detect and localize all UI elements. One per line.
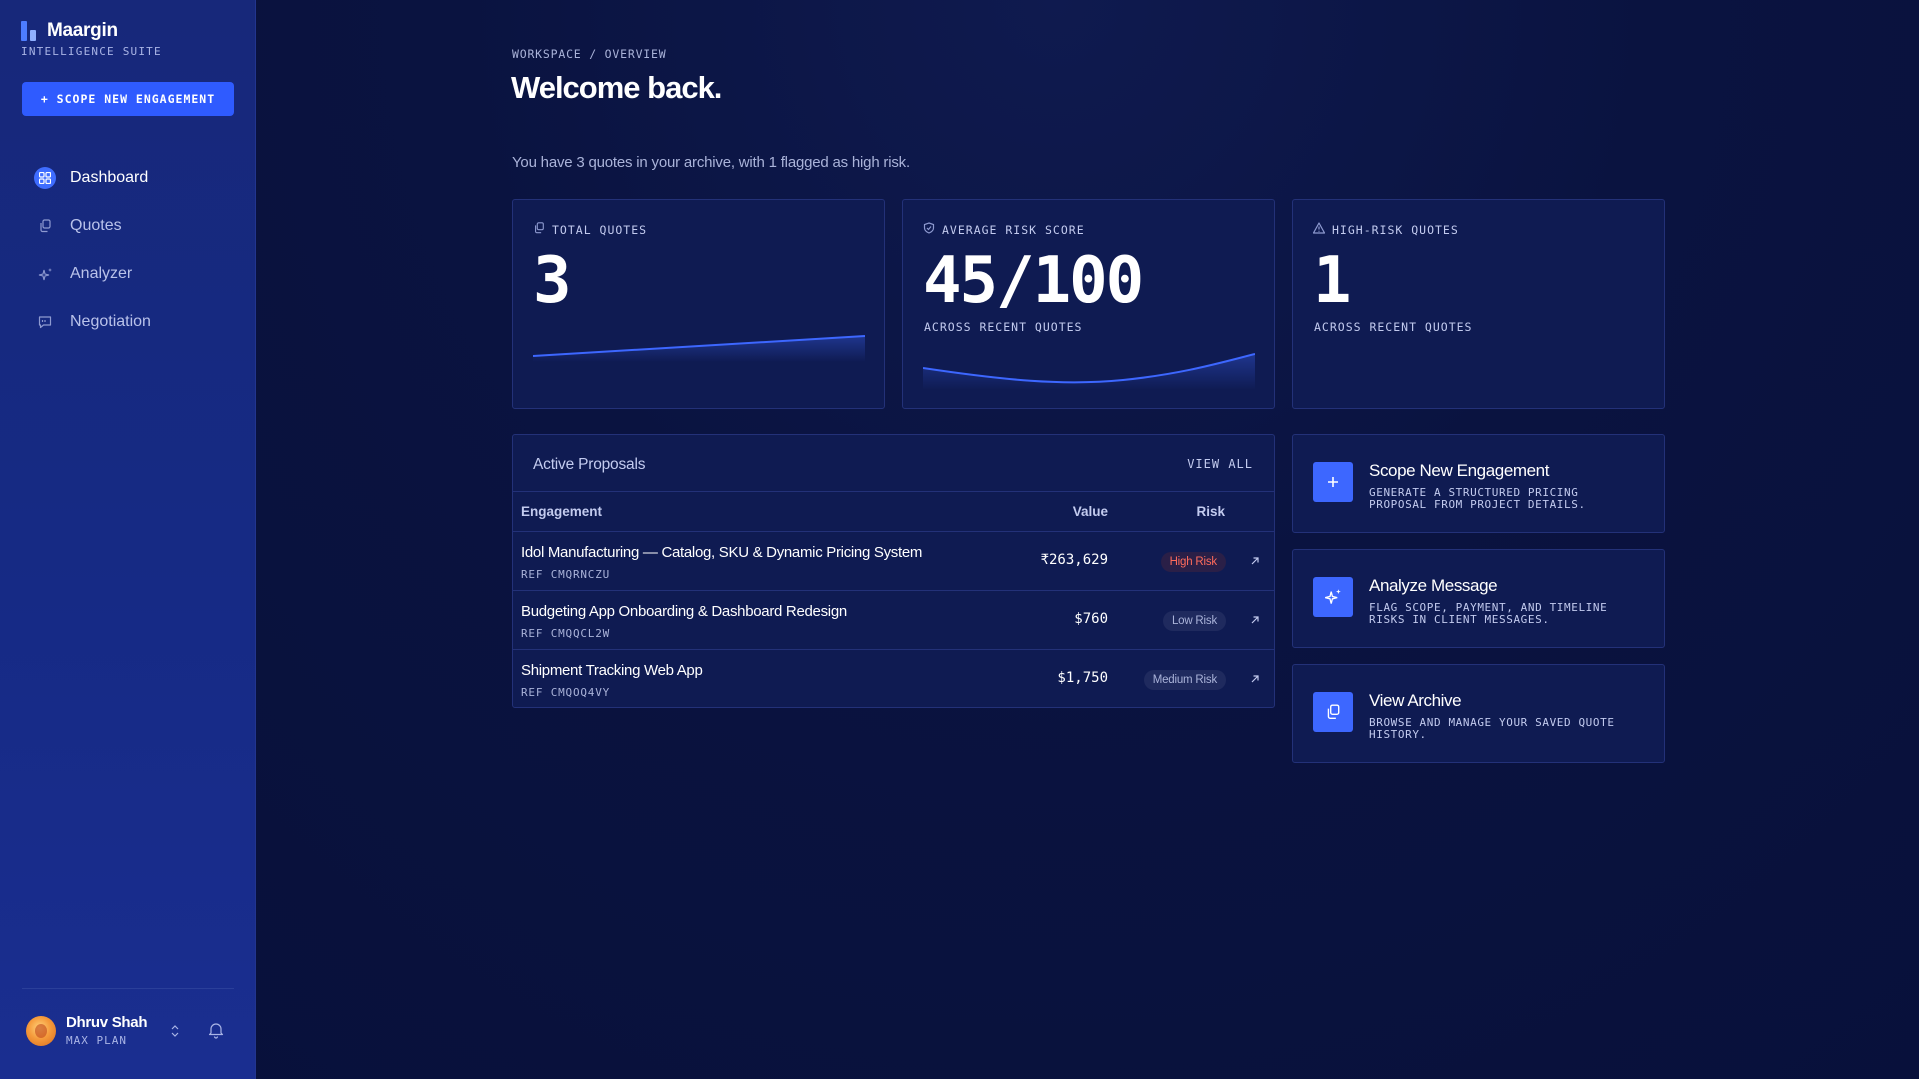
- arrow-up-right-icon[interactable]: [1250, 612, 1260, 630]
- brand-name: Maargin: [47, 20, 118, 41]
- action-title: Scope New Engagement: [1369, 461, 1550, 480]
- risk-badge: Medium Risk: [1143, 670, 1226, 690]
- stat-card-high-risk: HIGH-RISK QUOTES 1 ACROSS RECENT QUOTES: [1292, 199, 1665, 409]
- column-header-risk: Risk: [1196, 504, 1225, 519]
- table-row[interactable]: Shipment Tracking Web App REF CMQOQ4VY $…: [513, 649, 1274, 708]
- avatar: [26, 1015, 56, 1046]
- sparkline: [533, 335, 865, 362]
- panel-title: Active Proposals: [533, 456, 646, 473]
- chat-icon: [34, 311, 56, 333]
- sidebar-item-analyzer[interactable]: Analyzer: [22, 250, 234, 298]
- plus-icon: [1313, 462, 1353, 502]
- sidebar-item-label: Dashboard: [70, 169, 149, 186]
- scope-new-engagement-button[interactable]: + SCOPE NEW ENGAGEMENT: [22, 82, 234, 116]
- action-description: FLAG SCOPE, PAYMENT, AND TIMELINE RISKS …: [1369, 601, 1608, 626]
- bell-icon[interactable]: [207, 1021, 225, 1044]
- sparkle-icon: [1313, 577, 1353, 617]
- divider: [513, 491, 1274, 492]
- documents-icon: [1313, 692, 1353, 732]
- stat-label: TOTAL QUOTES: [552, 222, 648, 237]
- column-header-value: Value: [1072, 504, 1108, 519]
- engagement-ref: REF CMQRNCZU: [521, 568, 611, 581]
- action-title: View Archive: [1369, 691, 1462, 710]
- arrow-up-right-icon[interactable]: [1250, 671, 1260, 689]
- column-header-engagement: Engagement: [521, 504, 603, 519]
- engagement-title: Shipment Tracking Web App: [521, 662, 703, 679]
- risk-badge: High Risk: [1160, 552, 1226, 572]
- logo-icon: [21, 21, 39, 41]
- brand-tagline: INTELLIGENCE SUITE: [21, 45, 162, 58]
- engagement-ref: REF CMQOQ4VY: [521, 686, 611, 699]
- engagement-ref: REF CMQQCL2W: [521, 627, 611, 640]
- active-proposals-panel: Active Proposals VIEW ALL Engagement Val…: [512, 434, 1275, 708]
- stat-label: HIGH-RISK QUOTES: [1332, 222, 1459, 237]
- arrow-up-right-icon[interactable]: [1250, 553, 1260, 571]
- sidebar-item-dashboard[interactable]: Dashboard: [22, 154, 234, 202]
- engagement-title: Idol Manufacturing — Catalog, SKU & Dyna…: [521, 544, 923, 561]
- stat-card-total-quotes: TOTAL QUOTES 3: [512, 199, 885, 409]
- scope-new-engagement-card[interactable]: Scope New Engagement GENERATE A STRUCTUR…: [1292, 434, 1665, 533]
- brand[interactable]: Maargin INTELLIGENCE SUITE: [21, 20, 162, 58]
- stat-value: 1: [1313, 244, 1352, 318]
- sidebar-item-label: Analyzer: [70, 265, 133, 282]
- breadcrumb: WORKSPACE / OVERVIEW: [512, 47, 667, 61]
- sidebar-item-quotes[interactable]: Quotes: [22, 202, 234, 250]
- user-name: Dhruv Shah: [66, 1014, 148, 1031]
- stat-value: 3: [533, 244, 572, 318]
- risk-badge: Low Risk: [1162, 611, 1226, 631]
- documents-icon: [533, 222, 545, 237]
- documents-icon: [34, 215, 56, 237]
- stat-note: ACROSS RECENT QUOTES: [1314, 320, 1473, 334]
- table-row[interactable]: Budgeting App Onboarding & Dashboard Red…: [513, 590, 1274, 649]
- view-archive-card[interactable]: View Archive BROWSE AND MANAGE YOUR SAVE…: [1292, 664, 1665, 763]
- page-subtitle: You have 3 quotes in your archive, with …: [512, 154, 910, 171]
- user-plan: MAX PLAN: [66, 1034, 127, 1047]
- engagement-value: $1,750: [1057, 670, 1108, 686]
- stat-value: 45/100: [923, 244, 1144, 318]
- stat-card-average-risk: AVERAGE RISK SCORE 45/100 ACROSS RECENT …: [902, 199, 1275, 409]
- engagement-title: Budgeting App Onboarding & Dashboard Red…: [521, 603, 847, 620]
- stat-label: AVERAGE RISK SCORE: [942, 222, 1085, 237]
- action-title: Analyze Message: [1369, 576, 1498, 595]
- divider: [22, 988, 234, 989]
- action-description: GENERATE A STRUCTURED PRICING PROPOSAL F…: [1369, 486, 1586, 511]
- action-description: BROWSE AND MANAGE YOUR SAVED QUOTE HISTO…: [1369, 716, 1615, 741]
- warning-icon: [1312, 222, 1326, 237]
- stat-note: ACROSS RECENT QUOTES: [924, 320, 1083, 334]
- sidebar-item-label: Quotes: [70, 217, 122, 234]
- chevron-up-down-icon[interactable]: [170, 1024, 180, 1043]
- engagement-value: $760: [1074, 611, 1108, 627]
- table-row[interactable]: Idol Manufacturing — Catalog, SKU & Dyna…: [513, 531, 1274, 590]
- grid-icon: [34, 167, 56, 189]
- sidebar: Maargin INTELLIGENCE SUITE + SCOPE NEW E…: [0, 0, 256, 1079]
- shield-icon: [923, 222, 935, 237]
- view-all-link[interactable]: VIEW ALL: [1187, 457, 1253, 471]
- engagement-value: ₹263,629: [1040, 552, 1108, 568]
- page-title: Welcome back.: [511, 70, 722, 105]
- user-menu[interactable]: Dhruv Shah MAX PLAN: [26, 1014, 147, 1047]
- sidebar-item-negotiation[interactable]: Negotiation: [22, 298, 234, 346]
- sparkline: [923, 353, 1255, 390]
- analyze-message-card[interactable]: Analyze Message FLAG SCOPE, PAYMENT, AND…: [1292, 549, 1665, 648]
- sidebar-item-label: Negotiation: [70, 313, 151, 330]
- sparkle-icon: [34, 263, 56, 285]
- sidebar-nav: Dashboard Quotes Analyzer Negotiation: [22, 154, 234, 346]
